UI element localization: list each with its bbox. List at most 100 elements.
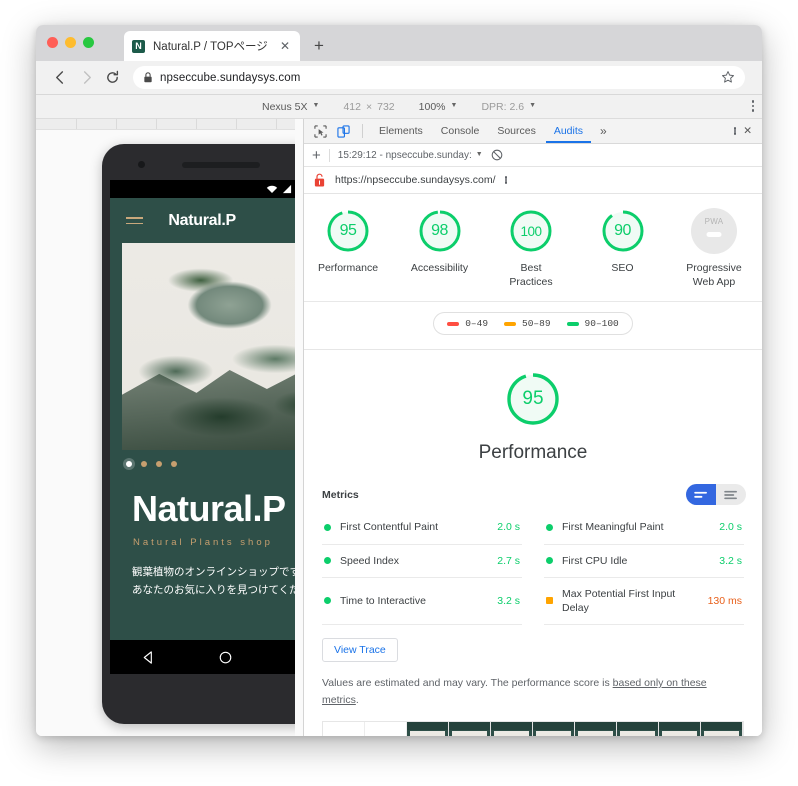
- new-tab-button[interactable]: +: [310, 37, 328, 55]
- score-accessibility[interactable]: 98 Accessibility: [408, 208, 472, 289]
- forward-button[interactable]: [73, 65, 99, 91]
- clear-audits-icon[interactable]: [491, 149, 503, 161]
- carousel-dot-1[interactable]: [126, 461, 132, 467]
- score-pwa[interactable]: PWA Progressive Web App: [682, 208, 746, 289]
- metric-name: First Contentful Paint: [340, 521, 439, 534]
- tab-strip: N Natural.P / TOPページ ✕ +: [36, 25, 762, 61]
- hamburger-menu-icon[interactable]: [126, 216, 143, 225]
- toolbar-divider: [362, 124, 363, 138]
- metrics-grid: First Contentful Paint 2.0 s First Meani…: [304, 511, 762, 626]
- toggle-simple-view[interactable]: [686, 484, 716, 506]
- close-window-button[interactable]: [47, 37, 58, 48]
- close-tab-icon[interactable]: ✕: [278, 39, 292, 53]
- bookmark-star-icon[interactable]: [721, 70, 735, 84]
- score-label: Progressive Web App: [686, 262, 742, 289]
- metric-row[interactable]: First Meaningful Paint 2.0 s: [544, 511, 744, 545]
- inspect-element-icon[interactable]: [310, 122, 331, 141]
- devtools-settings-menu-icon[interactable]: [733, 127, 737, 135]
- viewport-scrollbar[interactable]: [295, 119, 303, 736]
- tab-sources[interactable]: Sources: [489, 119, 544, 143]
- devtools-tab-bar: Elements Console Sources Audits » ✕: [304, 119, 762, 144]
- tab-audits[interactable]: Audits: [545, 119, 592, 143]
- report-options-menu-icon[interactable]: [504, 176, 507, 184]
- gauge-accessibility: 98: [417, 208, 463, 254]
- status-dot-pass: [546, 523, 553, 531]
- filmstrip-thumbnail: Natural.P: [701, 721, 743, 736]
- window-controls[interactable]: [47, 37, 94, 48]
- score-best-practices[interactable]: 100 Best Practices: [499, 208, 563, 289]
- audit-run-selector[interactable]: 15:29:12 - npseccube.sunday: ▼: [338, 150, 483, 161]
- legend-average: 50–89: [504, 318, 551, 329]
- dpr-selector[interactable]: DPR: 2.6 ▼: [481, 101, 536, 113]
- viewport-width[interactable]: 412: [343, 101, 361, 113]
- score-legend: 0–49 50–89 90–100: [433, 312, 633, 336]
- phone-camera-icon: [138, 161, 145, 168]
- minimize-window-button[interactable]: [65, 37, 76, 48]
- viewport-size[interactable]: 412 × 732: [343, 101, 394, 113]
- score-value: 90: [614, 222, 631, 239]
- omnibox-toolbar: npseccube.sundaysys.com: [36, 61, 762, 95]
- address-bar[interactable]: npseccube.sundaysys.com: [133, 66, 745, 89]
- view-trace-button[interactable]: View Trace: [322, 638, 398, 663]
- legend-pass: 90–100: [566, 318, 619, 330]
- metrics-header-row: Metrics: [304, 468, 762, 506]
- android-status-bar: 12:29: [110, 180, 303, 198]
- toggle-detail-view[interactable]: [716, 484, 746, 505]
- reload-button[interactable]: [99, 65, 125, 91]
- android-nav-bar[interactable]: [110, 640, 303, 674]
- metric-row[interactable]: Time to Interactive 3.2 s: [322, 578, 522, 626]
- carousel-dot-4[interactable]: [171, 461, 177, 467]
- back-button[interactable]: [47, 65, 73, 91]
- score-performance[interactable]: 95 Performance: [316, 208, 380, 289]
- viewport-height[interactable]: 732: [377, 101, 395, 113]
- performance-hero: 95 Performance: [304, 350, 762, 468]
- android-back-icon[interactable]: [141, 650, 156, 665]
- metrics-view-toggle[interactable]: [686, 484, 746, 506]
- hero-logo: Natural.P: [132, 488, 286, 529]
- new-audit-icon[interactable]: +: [312, 148, 321, 163]
- legend-pass-label: 90–100: [584, 318, 619, 330]
- status-dot-pass: [546, 557, 553, 565]
- score-summary: 95 Performance 98 Accessibility 100 Best…: [304, 194, 762, 303]
- phone-screen[interactable]: 12:29 Natural.P 0: [110, 180, 303, 674]
- metric-row[interactable]: Max Potential First Input Delay 130 ms: [544, 578, 744, 626]
- zoom-selector[interactable]: 100% ▼: [419, 101, 458, 113]
- metric-row[interactable]: First Contentful Paint 2.0 s: [322, 511, 522, 545]
- tab-console[interactable]: Console: [433, 119, 488, 143]
- carousel-dot-3[interactable]: [156, 461, 162, 467]
- browser-window: N Natural.P / TOPページ ✕ + npseccube.sunda…: [36, 25, 762, 736]
- tab-elements[interactable]: Elements: [371, 119, 431, 143]
- device-options-menu-icon[interactable]: [751, 100, 754, 112]
- audited-url: https://npseccube.sundaysys.com/: [335, 174, 496, 186]
- carousel-dots[interactable]: [110, 450, 303, 467]
- device-name: Nexus 5X: [261, 100, 308, 113]
- phone-frame: 12:29 Natural.P 0: [102, 144, 303, 724]
- zoom-value: 100%: [418, 100, 446, 113]
- metric-value: 3.2 s: [719, 554, 742, 567]
- dpr-value: DPR: 2.6: [481, 100, 525, 113]
- maximize-window-button[interactable]: [83, 37, 94, 48]
- toggle-device-toolbar-icon[interactable]: [333, 122, 354, 141]
- android-home-icon[interactable]: [218, 650, 233, 665]
- close-devtools-icon[interactable]: ✕: [739, 119, 756, 143]
- browser-tab[interactable]: N Natural.P / TOPページ ✕: [124, 31, 300, 61]
- score-seo[interactable]: 90 SEO: [591, 208, 655, 289]
- legend-fail-swatch: [447, 321, 460, 326]
- content-split: 12:29 Natural.P 0: [36, 119, 762, 736]
- filmstrip-thumbnail: Natural.P: [491, 721, 533, 736]
- multiply-icon: ×: [365, 100, 373, 113]
- view-trace-wrap: View Trace: [304, 625, 762, 663]
- chevron-down-icon: ▼: [529, 102, 536, 109]
- status-dot-pass: [324, 557, 331, 565]
- site-header: Natural.P 0: [110, 198, 303, 243]
- score-label: SEO: [611, 262, 634, 274]
- viewport-ruler: [36, 119, 303, 130]
- device-selector[interactable]: Nexus 5X ▼: [262, 101, 319, 113]
- more-tabs-icon[interactable]: »: [593, 124, 614, 138]
- subbar-divider: [328, 148, 330, 162]
- metric-row[interactable]: First CPU Idle 3.2 s: [544, 545, 744, 578]
- carousel-dot-2[interactable]: [141, 461, 147, 467]
- status-dot-pass: [324, 523, 331, 531]
- gauge-performance-large: 95: [504, 370, 562, 428]
- metric-row[interactable]: Speed Index 2.7 s: [322, 545, 522, 578]
